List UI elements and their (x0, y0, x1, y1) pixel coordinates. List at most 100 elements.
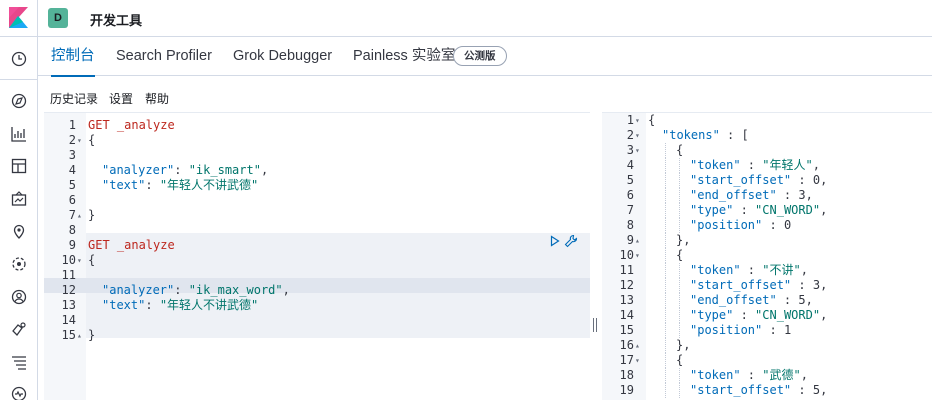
maps-icon[interactable] (10, 223, 28, 241)
json-punc: , (820, 383, 828, 397)
json-punc: , (805, 188, 813, 202)
line-number: 10 (61, 253, 76, 267)
line-number: 13 (61, 298, 76, 312)
indent-guide (665, 233, 666, 248)
fold-toggle-icon[interactable]: ▴ (635, 338, 640, 353)
ml-icon[interactable] (10, 255, 28, 273)
code-text: { (88, 133, 96, 147)
code-line: 5 "text": "年轻人不讲武德" (44, 178, 590, 193)
line-number: 19 (619, 383, 634, 397)
response-line: 1 ▾ { (602, 113, 932, 128)
help-link[interactable]: 帮助 (145, 90, 169, 107)
json-key: "start_offset" (690, 383, 792, 397)
code-line: 1 GET _analyze (44, 118, 590, 133)
json-punc: : (740, 368, 763, 382)
code-text: "token" : "年轻人", (690, 158, 820, 173)
json-punc: { (676, 248, 684, 262)
visualize-icon[interactable] (10, 125, 28, 143)
code-text: } (88, 208, 96, 222)
json-punc: : (776, 293, 799, 307)
json-key: "start_offset" (690, 278, 792, 292)
response-line: 11 "token" : "不讲", (602, 263, 932, 278)
dashboard-icon[interactable] (10, 157, 28, 175)
indent-guide (665, 353, 666, 368)
indent-guide (679, 323, 680, 338)
heartbeat-icon[interactable] (10, 385, 28, 400)
stack-icon[interactable] (10, 353, 28, 371)
json-punc: { (648, 113, 656, 127)
fold-toggle-icon[interactable]: ▾ (77, 133, 82, 148)
response-line: 14 "type" : "CN_WORD", (602, 308, 932, 323)
json-punc: : (733, 308, 756, 322)
code-line: 9 GET _analyze (44, 238, 590, 253)
json-key: "text" (102, 178, 146, 192)
kibana-logo[interactable] (0, 0, 38, 37)
line-number: 15 (619, 323, 634, 337)
compass-icon[interactable] (10, 92, 28, 110)
history-link[interactable]: 历史记录 (50, 90, 98, 107)
tab-console[interactable]: 控制台 (51, 37, 95, 77)
line-number: 14 (61, 313, 76, 327)
code-text: "end_offset" : 3, (690, 188, 813, 203)
fold-toggle-icon[interactable]: ▴ (77, 328, 82, 343)
editor-resize-handle[interactable] (593, 318, 597, 332)
wrench-icon[interactable] (564, 234, 578, 248)
json-num: 5 (798, 293, 806, 307)
json-separator: : (174, 163, 189, 177)
line-number: 14 (619, 308, 634, 322)
code-line: 14 (44, 313, 590, 328)
indent-guide (679, 263, 680, 278)
fold-toggle-icon[interactable]: ▴ (635, 233, 640, 248)
fold-toggle-icon[interactable]: ▾ (635, 143, 640, 158)
json-key: "type" (690, 308, 734, 322)
code-line: 10 ▾ { (44, 253, 590, 268)
app-title: 开发工具 (90, 13, 143, 28)
code-text: "end_offset" : 5, (690, 293, 813, 308)
code-text: "text": "年轻人不讲武德" (102, 178, 258, 193)
line-number: 8 (68, 223, 76, 237)
indent-guide (679, 383, 680, 398)
response-line: 15 "position" : 1 (602, 323, 932, 338)
json-key: "end_offset" (690, 188, 777, 202)
fold-toggle-icon[interactable]: ▾ (635, 353, 640, 368)
fold-toggle-icon[interactable]: ▾ (635, 128, 640, 143)
tab-search-profiler[interactable]: Search Profiler (116, 37, 212, 76)
code-text: }, (676, 233, 690, 248)
code-line: 11 (44, 268, 590, 283)
json-punc: , (820, 308, 828, 322)
user-icon[interactable] (10, 288, 28, 306)
code-line: 6 (44, 193, 590, 208)
json-punc: : (740, 263, 763, 277)
code-text: "token" : "不讲", (690, 263, 808, 278)
play-icon[interactable] (549, 235, 561, 247)
json-punc: : [ (719, 128, 749, 142)
code-text: { (676, 143, 683, 158)
json-key: "token" (690, 158, 741, 172)
response-line: 5 "start_offset" : 0, (602, 173, 932, 188)
indent-guide (665, 158, 666, 173)
settings-link[interactable]: 设置 (109, 90, 133, 107)
nav-divider (0, 79, 38, 80)
line-number: 4 (68, 163, 76, 177)
json-punc: , (820, 278, 828, 292)
clock-icon[interactable] (10, 50, 28, 68)
indent-guide (679, 308, 680, 323)
code-text: "type" : "CN_WORD", (690, 203, 827, 218)
response-line: 9 ▴}, (602, 233, 932, 248)
indent-guide (679, 188, 680, 203)
request-editor[interactable]: 1 GET _analyze 2 ▾{3 4 "analyzer": "ik_smart"… (44, 112, 590, 400)
fold-toggle-icon[interactable]: ▾ (77, 253, 82, 268)
canvas-icon[interactable] (10, 190, 28, 208)
json-str: "CN_WORD" (755, 203, 821, 217)
tab-painless-lab[interactable]: Painless 实验室 (353, 37, 455, 76)
line-number: 9 (626, 233, 634, 247)
tab-grok-debugger[interactable]: Grok Debugger (233, 37, 332, 76)
fold-toggle-icon[interactable]: ▾ (635, 113, 640, 128)
fold-toggle-icon[interactable]: ▾ (635, 248, 640, 263)
json-punc: , (812, 158, 820, 172)
json-punc: : (762, 218, 784, 232)
fold-toggle-icon[interactable]: ▴ (77, 208, 82, 223)
graph-icon[interactable] (10, 320, 28, 338)
json-punc: , (820, 173, 828, 187)
space-avatar[interactable]: D (48, 8, 68, 28)
